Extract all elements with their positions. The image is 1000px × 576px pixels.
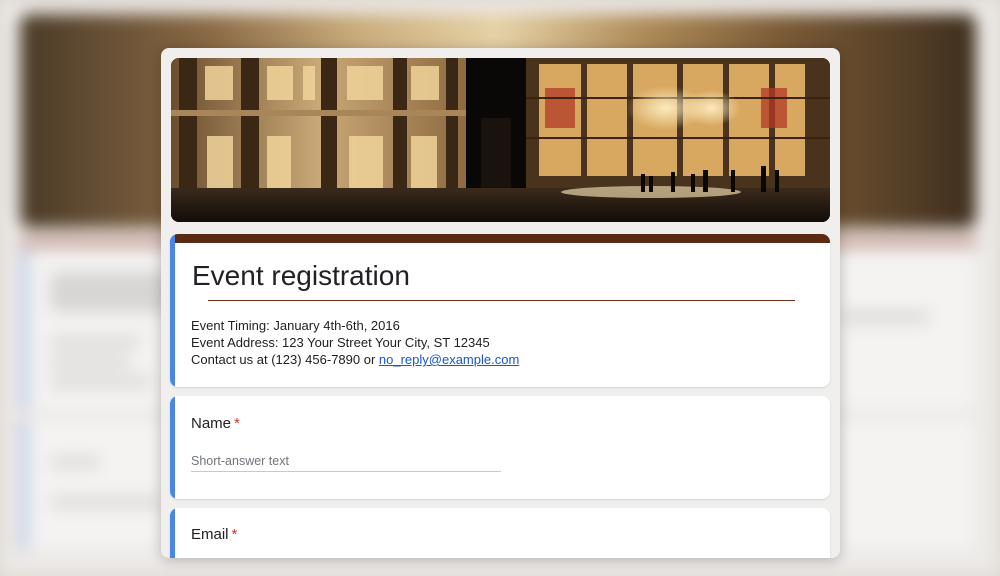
question-card-email[interactable]: Email * [170,508,830,558]
contact-line: Contact us at (123) 456-7890 or no_reply… [191,352,519,367]
background-text-line [50,336,140,348]
background-text-line [50,496,160,508]
header-color-strip [170,234,830,243]
focus-accent-bar [170,396,175,499]
contact-email-link[interactable]: no_reply@example.com [379,352,519,367]
contact-text: Contact us at (123) 456-7890 or [191,352,376,367]
required-asterisk: * [231,526,238,543]
event-address: Event Address: 123 Your Street Your City… [191,335,490,350]
question-label: Email * [191,526,237,543]
background-text-line [840,310,930,324]
background-text-line [50,376,150,388]
background-text-line [50,356,130,368]
title-underline [208,300,795,301]
background-text-line [50,456,100,468]
focus-accent-bar [170,508,175,558]
form-title: Event registration [192,260,410,291]
header-image [171,58,830,222]
question-title: Email [191,526,229,543]
required-asterisk: * [234,415,240,432]
question-title: Name [191,415,232,432]
event-timing: Event Timing: January 4th-6th, 2016 [191,318,400,333]
question-label: Name * [191,415,240,432]
focus-accent-bar [170,234,175,387]
form-header-card: Event registration Event Timing: January… [170,234,830,387]
form-preview-dialog: Event registration Event Timing: January… [161,48,840,558]
question-card-name[interactable]: Name * [170,396,830,499]
name-input[interactable] [191,450,501,472]
